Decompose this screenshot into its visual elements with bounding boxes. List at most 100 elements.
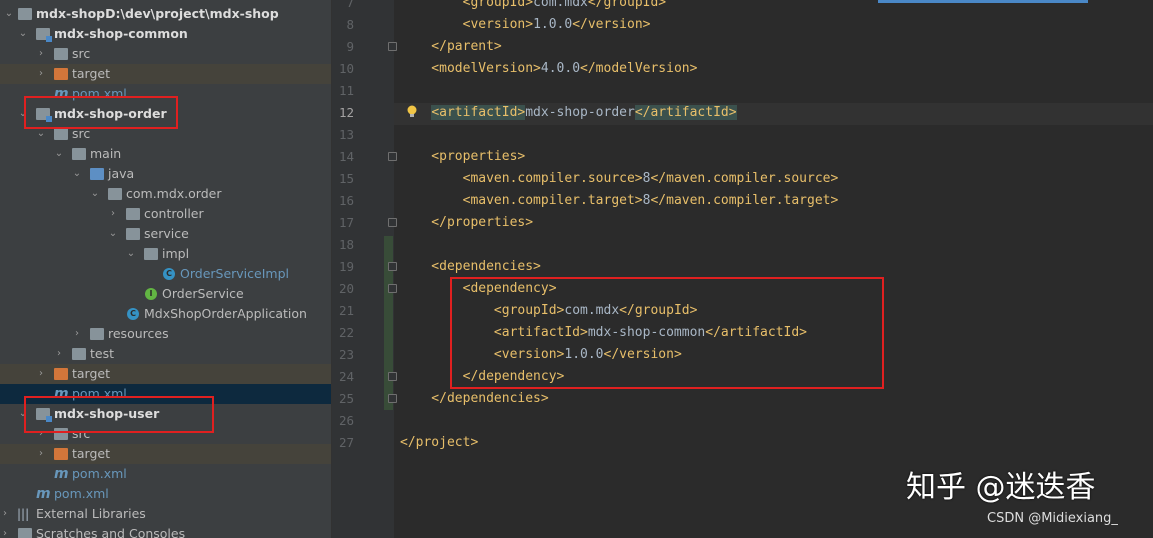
chevron-right-icon[interactable]: ›	[36, 364, 46, 384]
folder-icon	[54, 48, 68, 60]
chevron-down-icon[interactable]: ⌄	[72, 164, 82, 184]
folder-icon	[54, 128, 68, 140]
code-line[interactable]: </parent>	[400, 36, 1140, 58]
chevron-right-icon[interactable]: ›	[36, 64, 46, 84]
tree-row-scratches[interactable]: › Scratches and Consoles	[0, 524, 331, 538]
tree-label: MdxShopOrderApplication	[144, 306, 307, 321]
tree-label: OrderService	[162, 286, 244, 301]
xml-text: mdx-shop-order	[525, 105, 635, 120]
tree-label: test	[90, 346, 115, 361]
module-folder-icon	[36, 28, 52, 42]
tree-row-root[interactable]: ⌄ mdx-shopD:\dev\project\mdx-shop	[0, 4, 331, 24]
tree-row-external-libraries[interactable]: › ||| External Libraries	[0, 504, 331, 524]
chevron-right-icon[interactable]: ›	[72, 324, 82, 344]
tree-row-orderserviceimpl[interactable]: C OrderServiceImpl	[0, 264, 331, 284]
fold-marker-icon[interactable]	[388, 42, 397, 51]
chevron-right-icon[interactable]: ›	[36, 444, 46, 464]
xml-tag: <maven.compiler.source>	[400, 171, 643, 186]
package-icon	[126, 208, 140, 220]
tree-row-module-common[interactable]: ⌄ mdx-shop-common	[0, 24, 331, 44]
tree-label: src	[72, 46, 91, 61]
chevron-right-icon[interactable]: ›	[0, 524, 10, 538]
code-line[interactable]	[400, 80, 1140, 102]
chevron-down-icon[interactable]: ⌄	[18, 24, 28, 44]
fold-marker-icon[interactable]	[388, 394, 397, 403]
xml-tag: </maven.compiler.source>	[650, 171, 839, 186]
code-line[interactable]	[400, 124, 1140, 146]
annotation-box-user-module	[24, 396, 214, 433]
tree-row-application[interactable]: C MdxShopOrderApplication	[0, 304, 331, 324]
code-line[interactable]: <dependencies>	[400, 256, 1140, 278]
tree-row-impl[interactable]: ⌄ impl	[0, 244, 331, 264]
tree-label: controller	[144, 206, 204, 221]
fold-marker-icon[interactable]	[388, 218, 397, 227]
code-line[interactable]: </project>	[400, 432, 1140, 454]
tree-row-package[interactable]: ⌄ com.mdx.order	[0, 184, 331, 204]
interface-icon: I	[145, 288, 157, 300]
chevron-down-icon[interactable]: ⌄	[90, 184, 100, 204]
code-line[interactable]: <modelVersion>4.0.0</modelVersion>	[400, 58, 1140, 80]
tree-row-pom[interactable]: m pom.xml	[0, 464, 331, 484]
lightbulb-icon[interactable]	[406, 104, 418, 120]
folder-icon	[72, 148, 86, 160]
package-icon	[126, 228, 140, 240]
code-line[interactable]: </properties>	[400, 212, 1140, 234]
xml-tag: </parent>	[400, 39, 502, 54]
watermark-zhihu: 知乎 @迷迭香	[906, 470, 1096, 505]
tree-row-root-pom[interactable]: m pom.xml	[0, 484, 331, 504]
project-root-path: D:\dev\project\mdx-shop	[105, 6, 279, 21]
tree-row-target[interactable]: › target	[0, 444, 331, 464]
tree-row-service[interactable]: ⌄ service	[0, 224, 331, 244]
chevron-down-icon[interactable]: ⌄	[4, 4, 14, 24]
chevron-right-icon[interactable]: ›	[54, 344, 64, 364]
chevron-down-icon[interactable]: ⌄	[54, 144, 64, 164]
tree-label: pom.xml	[54, 486, 109, 501]
code-line[interactable]	[400, 410, 1140, 432]
line-number: 24	[338, 369, 354, 384]
code-line[interactable]: </dependencies>	[400, 388, 1140, 410]
package-icon	[144, 248, 158, 260]
chevron-right-icon[interactable]: ›	[0, 504, 10, 524]
line-number: 23	[338, 347, 354, 362]
chevron-right-icon[interactable]: ›	[36, 44, 46, 64]
code-line[interactable]: <artifactId>mdx-shop-order</artifactId>	[400, 102, 1140, 124]
code-line[interactable]: <maven.compiler.target>8</maven.compiler…	[400, 190, 1140, 212]
tree-row-orderservice[interactable]: I OrderService	[0, 284, 331, 304]
fold-marker-icon[interactable]	[388, 284, 397, 293]
line-number: 25	[338, 391, 354, 406]
tree-row-target[interactable]: › target	[0, 364, 331, 384]
line-number: 15	[338, 171, 354, 186]
chevron-right-icon[interactable]: ›	[108, 204, 118, 224]
code-line[interactable]	[400, 234, 1140, 256]
line-number: 26	[338, 413, 354, 428]
fold-marker-icon[interactable]	[388, 262, 397, 271]
code-line[interactable]: <maven.compiler.source>8</maven.compiler…	[400, 168, 1140, 190]
chevron-down-icon[interactable]: ⌄	[126, 244, 136, 264]
tree-row-java[interactable]: ⌄ java	[0, 164, 331, 184]
fold-marker-icon[interactable]	[388, 372, 397, 381]
xml-tag: <groupId>	[400, 0, 534, 10]
folder-icon	[54, 368, 68, 380]
tree-row-test[interactable]: › test	[0, 344, 331, 364]
line-number: 13	[338, 127, 354, 142]
annotation-box-dependency	[450, 277, 884, 389]
xml-tag: </maven.compiler.target>	[650, 193, 839, 208]
code-line[interactable]: <version>1.0.0</version>	[400, 14, 1140, 36]
tree-row-target[interactable]: › target	[0, 64, 331, 84]
xml-tag: </artifactId>	[634, 105, 737, 120]
code-line[interactable]: <properties>	[400, 146, 1140, 168]
tree-row-resources[interactable]: › resources	[0, 324, 331, 344]
tree-label: main	[90, 146, 122, 161]
tree-row-main[interactable]: ⌄ main	[0, 144, 331, 164]
line-number: 22	[338, 325, 354, 340]
line-number: 16	[338, 193, 354, 208]
tree-label: target	[72, 446, 111, 461]
fold-marker-icon[interactable]	[388, 152, 397, 161]
tree-row-src[interactable]: › src	[0, 44, 331, 64]
tree-label: pom.xml	[72, 466, 127, 481]
tree-row-controller[interactable]: › controller	[0, 204, 331, 224]
code-line[interactable]: <groupId>com.mdx</groupId>	[400, 0, 1140, 14]
maven-icon: m	[54, 86, 69, 102]
chevron-down-icon[interactable]: ⌄	[108, 224, 118, 244]
line-number: 19	[338, 259, 354, 274]
